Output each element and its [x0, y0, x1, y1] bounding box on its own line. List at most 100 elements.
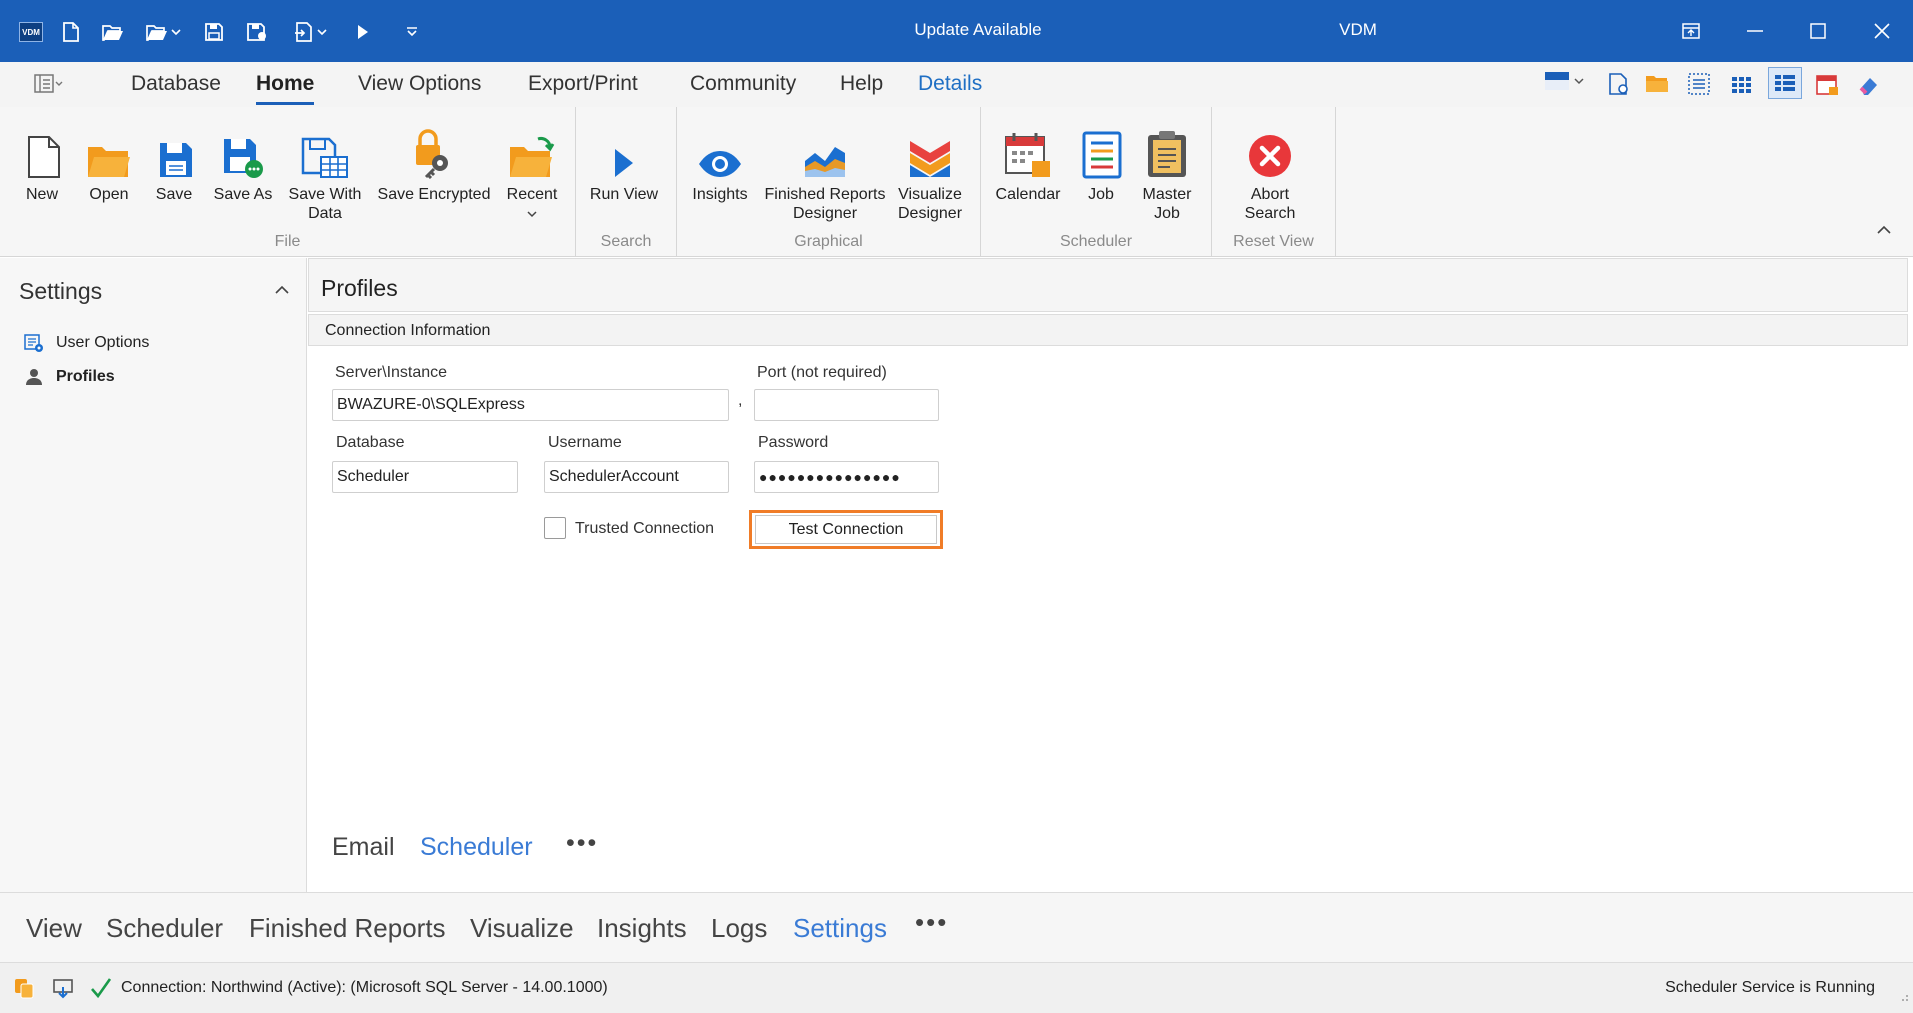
ribbon-save-as-button[interactable]: Save As — [210, 121, 276, 204]
nav-visualize[interactable]: Visualize — [470, 913, 574, 944]
theme-color-icon[interactable] — [1545, 72, 1585, 90]
nav-settings[interactable]: Settings — [793, 913, 887, 944]
list-view-icon[interactable] — [1687, 72, 1711, 101]
tab-home[interactable]: Home — [256, 72, 315, 105]
collapse-pane-chevron-up-icon[interactable] — [274, 282, 290, 300]
eraser-icon[interactable] — [1857, 72, 1881, 101]
nav-item-profiles[interactable]: Profiles — [24, 364, 115, 390]
ribbon-insights-label: Insights — [692, 186, 748, 203]
profile-subtabs: Email Scheduler ••• — [308, 829, 908, 873]
save-as-disk-icon — [217, 121, 269, 179]
database-label: Database — [336, 434, 405, 451]
grid-view-icon[interactable] — [1730, 72, 1754, 101]
ribbon-visualize-designer-button[interactable]: Visualize Designer — [892, 121, 968, 223]
ribbon-save-encrypted-button[interactable]: Save Encrypted — [372, 121, 496, 204]
database-input[interactable] — [332, 461, 518, 493]
nav-insights[interactable]: Insights — [597, 913, 687, 944]
save-icon[interactable] — [203, 19, 225, 45]
clipboard-icon — [1141, 121, 1193, 179]
open-recent-icon[interactable] — [143, 19, 183, 45]
person-icon — [24, 367, 44, 387]
database-stack-icon[interactable] — [11, 975, 37, 1001]
ribbon-finished-reports-designer-button[interactable]: Finished Reports Designer — [760, 121, 890, 223]
ribbon-save-with-data-label-2: Data — [308, 205, 342, 222]
save-as-icon[interactable] — [245, 19, 269, 45]
password-input[interactable]: ●●●●●●●●●●●●●●● — [754, 461, 939, 493]
ribbon-abort-search-button[interactable]: Abort Search — [1230, 121, 1310, 223]
calendar-icon[interactable] — [1815, 72, 1839, 101]
ribbon-save-with-data-label-1: Save With — [288, 186, 362, 203]
trusted-connection-checkbox[interactable] — [544, 517, 566, 539]
tab-help[interactable]: Help — [840, 72, 883, 96]
vdm-app-icon[interactable]: VDM — [18, 19, 44, 45]
tab-database[interactable]: Database — [131, 72, 221, 96]
app-menu-icon[interactable] — [33, 73, 65, 100]
subtab-scheduler[interactable]: Scheduler — [420, 833, 533, 862]
ribbon-abort-search-label-2: Search — [1244, 205, 1296, 222]
collapse-ribbon-icon[interactable] — [1876, 222, 1892, 240]
settings-pane-title: Settings — [19, 278, 103, 304]
ribbon-run-view-button[interactable]: Run View — [586, 121, 662, 204]
open-icon[interactable] — [101, 19, 125, 45]
tab-details[interactable]: Details — [918, 72, 982, 96]
trusted-connection-label: Trusted Connection — [575, 520, 715, 537]
tab-community[interactable]: Community — [690, 72, 796, 96]
area-chart-icon — [799, 121, 851, 179]
subtab-more-icon[interactable]: ••• — [566, 829, 598, 858]
ribbon-save-with-data-button[interactable]: Save With Data — [284, 121, 366, 223]
customize-icon[interactable] — [402, 19, 422, 45]
test-connection-button[interactable]: Test Connection — [749, 510, 943, 549]
close-icon[interactable] — [1862, 14, 1902, 48]
port-input[interactable] — [754, 389, 939, 421]
nav-view[interactable]: View — [26, 913, 82, 944]
export-icon[interactable] — [290, 19, 330, 45]
resize-grip-icon[interactable] — [1897, 989, 1909, 1007]
maximize-icon[interactable] — [1798, 14, 1838, 48]
eye-icon — [694, 121, 746, 179]
details-view-icon[interactable] — [1768, 67, 1802, 99]
username-label: Username — [548, 434, 622, 451]
ribbon-group-reset-view-label: Reset View — [1233, 233, 1314, 250]
ribbon-new-button[interactable]: New — [18, 121, 66, 204]
ribbon-master-job-label-2: Job — [1154, 205, 1180, 222]
run-icon[interactable] — [352, 19, 374, 45]
nav-item-profiles-label: Profiles — [56, 368, 115, 385]
nav-item-user-options[interactable]: User Options — [24, 330, 149, 356]
ribbon-insights-button[interactable]: Insights — [686, 121, 754, 204]
ribbon: New Open Save Save As Save With Data Sav… — [0, 107, 1913, 257]
nav-more-icon[interactable]: ••• — [915, 907, 948, 938]
nav-scheduler[interactable]: Scheduler — [106, 913, 223, 944]
nav-logs[interactable]: Logs — [711, 913, 767, 944]
ribbon-save-button[interactable]: Save — [150, 121, 198, 204]
connected-check-icon — [88, 975, 114, 1001]
server-instance-input[interactable] — [332, 389, 729, 421]
nav-finished-reports[interactable]: Finished Reports — [249, 913, 446, 944]
ribbon-open-button[interactable]: Open — [82, 121, 136, 204]
page-settings-icon[interactable] — [1607, 72, 1631, 101]
job-document-icon — [1076, 121, 1128, 179]
ribbon-job-label: Job — [1088, 186, 1114, 203]
subtab-email[interactable]: Email — [332, 833, 395, 862]
ribbon-finished-reports-label-2: Designer — [792, 205, 858, 222]
app-badge-text: VDM — [19, 22, 43, 42]
ribbon-recent-button[interactable]: Recent — [502, 121, 562, 223]
ribbon-calendar-button[interactable]: Calendar — [990, 121, 1066, 204]
ribbon-save-label: Save — [155, 186, 193, 203]
tab-export-print[interactable]: Export/Print — [528, 72, 638, 96]
restore-panel-icon[interactable] — [1671, 14, 1711, 48]
new-icon[interactable] — [60, 19, 82, 45]
tab-view-options[interactable]: View Options — [358, 72, 481, 96]
new-document-icon — [18, 121, 70, 179]
update-available-link[interactable]: Update Available — [878, 20, 1078, 40]
username-input[interactable] — [544, 461, 729, 493]
folder-icon[interactable] — [1645, 72, 1669, 99]
profiles-content: Profiles Connection Information Server\I… — [308, 258, 1913, 892]
connection-download-icon[interactable] — [50, 975, 76, 1001]
port-label: Port (not required) — [757, 364, 887, 381]
minimize-icon[interactable] — [1735, 14, 1775, 48]
ribbon-master-job-label-1: Master — [1142, 186, 1192, 203]
profiles-header: Profiles — [308, 258, 1908, 312]
ribbon-job-button[interactable]: Job — [1076, 121, 1126, 204]
page-title: Profiles — [321, 275, 398, 301]
ribbon-master-job-button[interactable]: Master Job — [1134, 121, 1200, 223]
